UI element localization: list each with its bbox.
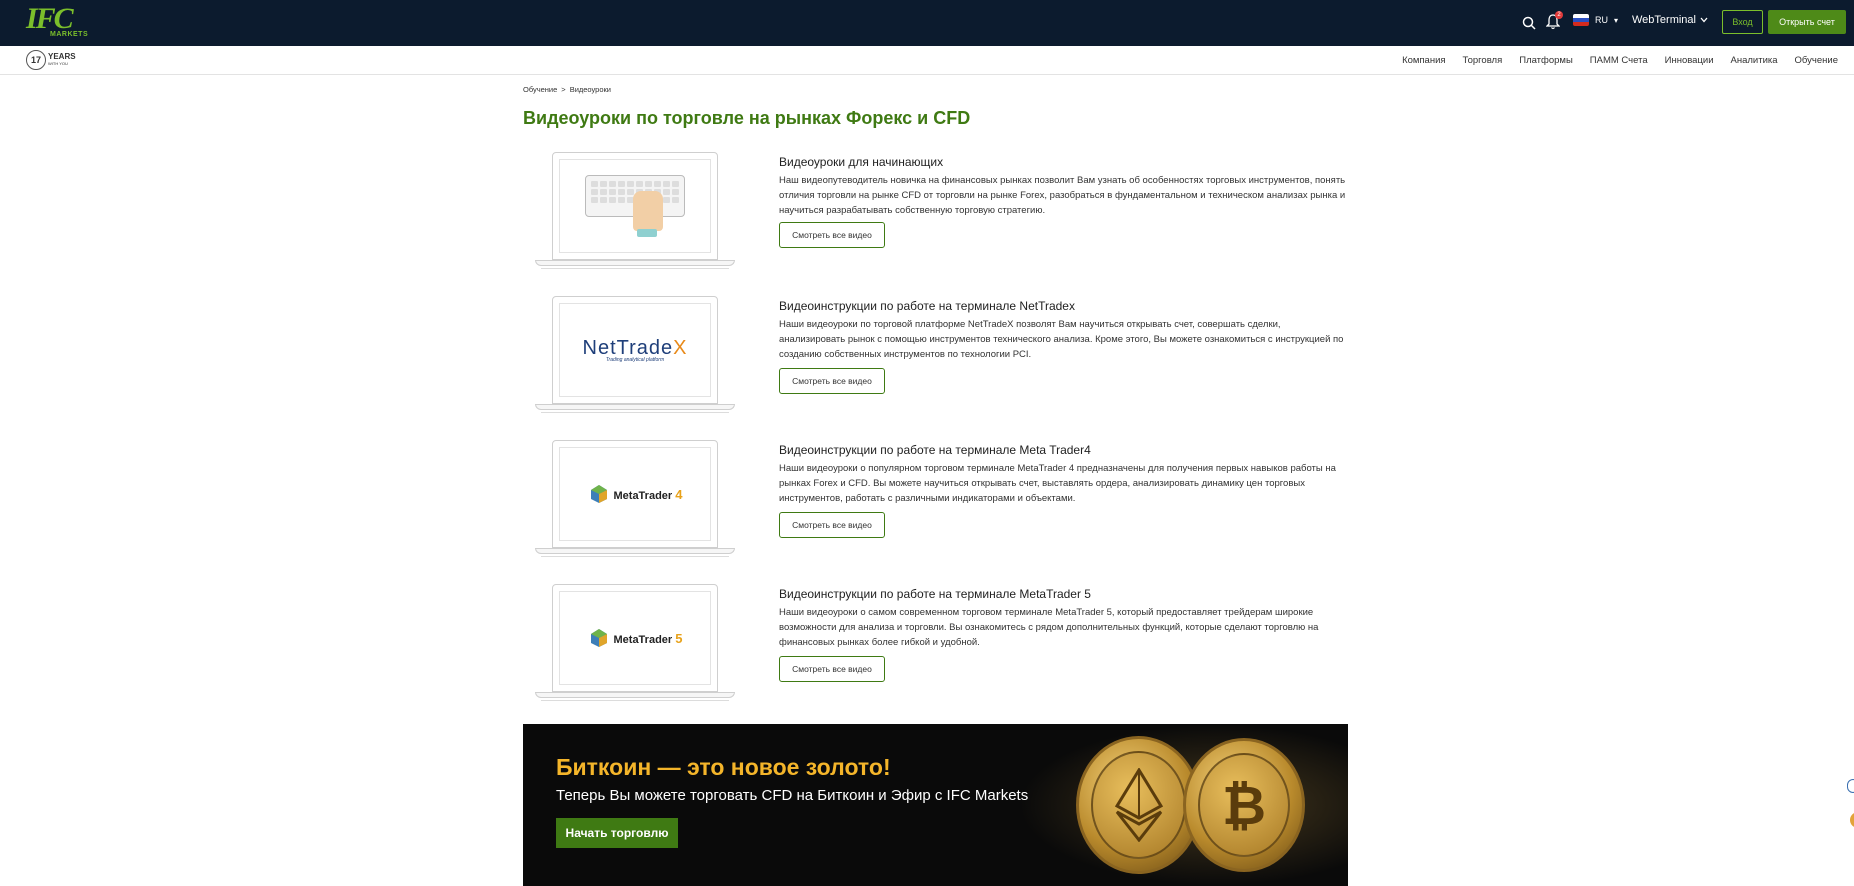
top-bar: IFC MARKETS 2 RU ▾ WebTerminal Вход Откр…: [0, 0, 1854, 46]
metatrader-icon: [590, 629, 607, 647]
years-number: 17: [26, 50, 46, 70]
start-trading-button[interactable]: Начать торговлю: [556, 818, 678, 848]
nav-link-analytics[interactable]: Аналитика: [1731, 55, 1778, 66]
bitcoin-promo-banner[interactable]: ₿ Биткоин — это новое золото! Теперь Вы …: [523, 724, 1348, 886]
card-title[interactable]: Видеоуроки для начинающих: [779, 155, 943, 169]
breadcrumb-item-education[interactable]: Обучение: [523, 85, 557, 94]
nav-link-platforms[interactable]: Платформы: [1519, 55, 1573, 66]
russia-flag-icon: [1573, 14, 1589, 26]
open-account-button[interactable]: Открыть счет: [1768, 10, 1846, 34]
watch-all-videos-button[interactable]: Смотреть все видео: [779, 368, 885, 394]
chevron-down-icon: [1700, 17, 1708, 23]
hand-icon: [633, 191, 663, 231]
nettradex-logo: NetTradeX Trading analytical platform: [583, 337, 688, 363]
bitcoin-symbol: ₿: [1221, 773, 1266, 837]
breadcrumb-item-current: Видеоуроки: [569, 85, 611, 94]
page-title: Видеоуроки по торговле на рынках Форекс …: [523, 108, 971, 128]
metatrader5-logo: MetaTrader 5: [588, 627, 683, 649]
notification-bell-icon[interactable]: 2: [1543, 11, 1563, 32]
video-card-metatrader5: MetaTrader 5 Видеоинструкции по работе н…: [523, 584, 1348, 714]
language-selector[interactable]: RU ▾: [1573, 14, 1618, 26]
keyboard-hand-illustration: [559, 159, 711, 253]
webterminal-label: WebTerminal: [1632, 14, 1696, 26]
logo-subtext: MARKETS: [50, 31, 89, 38]
chevron-down-icon: ▾: [1614, 15, 1619, 25]
login-button[interactable]: Вход: [1722, 10, 1763, 34]
breadcrumb: Обучение > Видеоуроки: [523, 85, 611, 94]
metatrader4-logo: MetaTrader 4: [588, 483, 683, 505]
support-widget-icon[interactable]: [1850, 812, 1854, 828]
logo-text: MetaTrader: [613, 633, 673, 646]
nav-link-company[interactable]: Компания: [1402, 55, 1445, 66]
chat-widget-icon[interactable]: [1847, 779, 1854, 793]
logo-text: NetTrade: [582, 337, 674, 359]
logo-text: IFC: [26, 2, 74, 35]
watch-all-videos-button[interactable]: Смотреть все видео: [779, 512, 885, 538]
metatrader-icon: [590, 485, 607, 503]
breadcrumb-separator: >: [561, 85, 566, 94]
nav-link-pamm[interactable]: ПАММ Счета: [1590, 55, 1648, 66]
laptop-image[interactable]: MetaTrader 5: [535, 584, 735, 702]
17-years-badge: 17 YEARS WITH YOU: [26, 50, 76, 70]
years-text: YEARS WITH YOU: [48, 53, 76, 67]
main-menu: Компания Торговля Платформы ПАММ Счета И…: [1385, 46, 1838, 75]
card-description: Наши видеоуроки по торговой платформе Ne…: [779, 319, 1344, 360]
nav-link-trading[interactable]: Торговля: [1463, 55, 1503, 66]
laptop-image[interactable]: [535, 152, 735, 270]
card-title[interactable]: Видеоинструкции по работе на терминале M…: [779, 587, 1091, 601]
logo-version: 4: [675, 486, 683, 502]
card-description: Наши видеоуроки о популярном торговом те…: [779, 463, 1336, 504]
search-icon[interactable]: [1519, 13, 1539, 33]
bitcoin-coin-icon: ₿: [1183, 738, 1305, 872]
secondary-nav: 17 YEARS WITH YOU Компания Торговля Плат…: [0, 46, 1854, 75]
language-label: RU: [1595, 15, 1608, 25]
watch-all-videos-button[interactable]: Смотреть все видео: [779, 656, 885, 682]
webterminal-menu[interactable]: WebTerminal: [1632, 14, 1708, 26]
notification-badge: 2: [1555, 11, 1563, 19]
card-title[interactable]: Видеоинструкции по работе на терминале M…: [779, 443, 1091, 457]
banner-subtitle: Теперь Вы можете торговать CFD на Биткои…: [556, 787, 1029, 804]
banner-title: Биткоин — это новое золото!: [556, 754, 891, 780]
watch-all-videos-button[interactable]: Смотреть все видео: [779, 222, 885, 248]
years-sub-label: WITH YOU: [48, 61, 68, 66]
video-card-metatrader4: MetaTrader 4 Видеоинструкции по работе н…: [523, 440, 1348, 570]
logo-text: MetaTrader: [613, 489, 673, 502]
card-description: Наши видеоуроки о самом современном торг…: [779, 607, 1319, 648]
ifc-markets-logo[interactable]: IFC MARKETS: [26, 2, 96, 39]
logo-text-accent: X: [673, 337, 688, 359]
video-card-nettradex: NetTradeX Trading analytical platform Ви…: [523, 296, 1348, 426]
laptop-image[interactable]: MetaTrader 4: [535, 440, 735, 558]
card-title[interactable]: Видеоинструкции по работе на терминале N…: [779, 299, 1075, 313]
nav-link-education[interactable]: Обучение: [1795, 55, 1838, 66]
video-card-beginners: Видеоуроки для начинающих Наш видеопутев…: [523, 152, 1348, 282]
card-description: Наш видеопутеводитель новичка на финансо…: [779, 175, 1346, 216]
nav-link-innovations[interactable]: Инновации: [1665, 55, 1714, 66]
laptop-image[interactable]: NetTradeX Trading analytical platform: [535, 296, 735, 414]
logo-version: 5: [675, 630, 683, 646]
